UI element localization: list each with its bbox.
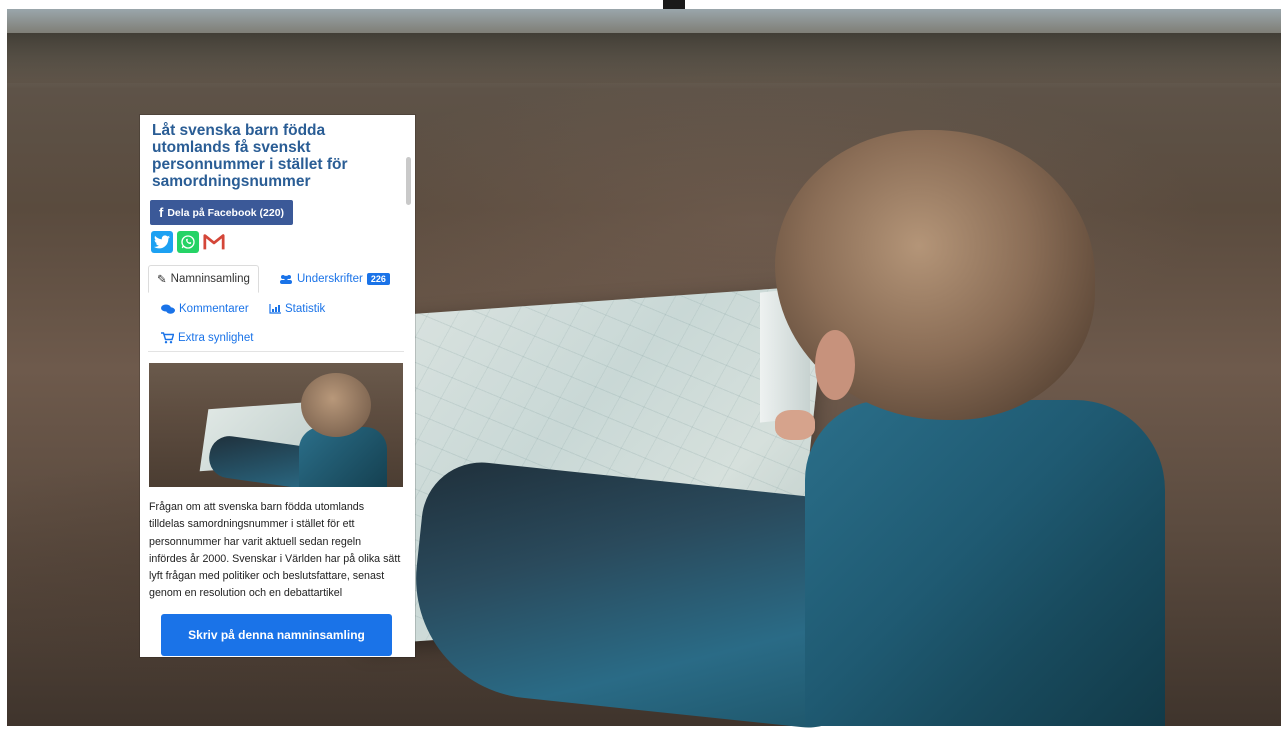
petition-title: Låt svenska barn födda utomlands få sven…	[152, 122, 348, 190]
petition-image	[149, 363, 403, 487]
petition-widget: Låt svenska barn födda utomlands få sven…	[140, 115, 415, 657]
tabs-divider	[148, 351, 404, 352]
whatsapp-icon[interactable]	[177, 231, 199, 253]
tab-label: Underskrifter	[297, 273, 363, 285]
gmail-icon[interactable]	[203, 231, 225, 253]
tab-label: Kommentarer	[179, 303, 249, 315]
facebook-share-label: Dela på Facebook (220)	[167, 206, 285, 219]
petition-scroll-area[interactable]: Låt svenska barn födda utomlands få sven…	[140, 115, 405, 605]
users-icon	[280, 275, 292, 284]
facebook-share-button[interactable]: f Dela på Facebook (220)	[150, 200, 294, 225]
sign-petition-button[interactable]: Skriv på denna namninsamling	[161, 614, 392, 656]
comments-icon	[161, 304, 175, 314]
tab-underskrifter[interactable]: Underskrifter 226	[279, 265, 390, 293]
cart-icon	[161, 332, 174, 344]
background-child-ear	[815, 330, 855, 400]
share-icons	[151, 231, 225, 253]
petition-description: Frågan om att svenska barn födda utomlan…	[149, 501, 401, 600]
background-child-jacket	[805, 400, 1165, 726]
background-child-hand	[775, 410, 815, 440]
tab-extra-synlighet[interactable]: Extra synlighet	[161, 324, 253, 352]
tab-kommentarer[interactable]: Kommentarer	[161, 295, 249, 323]
scrollbar-thumb[interactable]	[406, 157, 411, 205]
top-marker	[663, 0, 685, 9]
pencil-icon: ✎	[157, 274, 167, 286]
tab-label: Extra synlighet	[178, 332, 254, 344]
facebook-icon: f	[159, 205, 164, 220]
tab-label: Statistik	[285, 303, 326, 315]
sign-footer: Skriv på denna namninsamling	[140, 605, 415, 657]
background-sky	[7, 9, 1281, 35]
tab-statistik[interactable]: Statistik	[269, 295, 325, 323]
thumb-head	[301, 373, 371, 437]
chart-icon	[269, 304, 281, 314]
tab-label: Namninsamling	[170, 273, 250, 285]
tab-namninsamling[interactable]: ✎ Namninsamling	[148, 265, 259, 293]
twitter-icon[interactable]	[151, 231, 173, 253]
signature-count-badge: 226	[366, 273, 390, 285]
